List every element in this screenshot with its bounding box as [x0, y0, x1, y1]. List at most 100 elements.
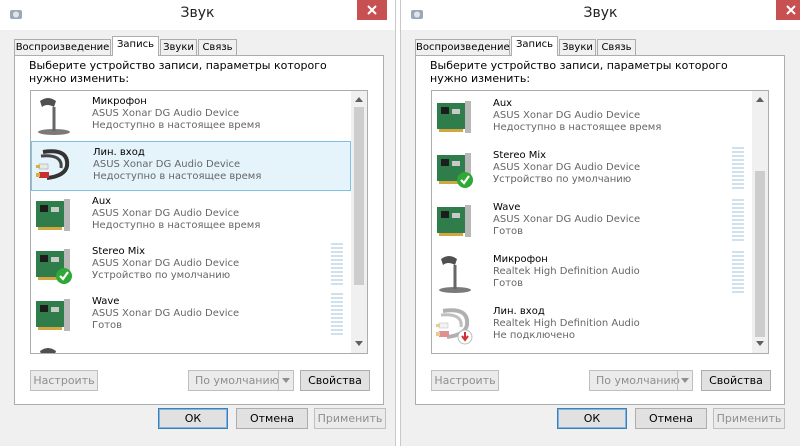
- configure-button[interactable]: Настроить: [30, 370, 98, 391]
- title-bar: Звук: [0, 0, 395, 30]
- device-name: Лин. вход: [493, 306, 545, 317]
- list-item-partial: [31, 341, 351, 353]
- window-title: Звук: [180, 5, 215, 21]
- level-meter: [331, 293, 343, 339]
- device-status: Устройство по умолчанию: [92, 270, 231, 281]
- set-default-dropdown[interactable]: [278, 371, 293, 390]
- device-driver: Realtek High Definition Audio: [493, 266, 640, 277]
- tab-communications[interactable]: Связь: [597, 39, 636, 55]
- properties-button[interactable]: Свойства: [300, 370, 370, 391]
- properties-button[interactable]: Свойства: [701, 370, 771, 391]
- level-meter: [732, 251, 744, 297]
- device-status: Недоступно в настоящее время: [92, 220, 261, 231]
- tab-playback[interactable]: Воспроизведение: [415, 39, 510, 55]
- list-item[interactable]: Микрофон Realtek High Definition Audio Г…: [432, 249, 752, 299]
- tab-sounds[interactable]: Звуки: [160, 39, 197, 55]
- microphone-icon: [38, 98, 70, 135]
- device-driver: ASUS Xonar DG Audio Device: [93, 159, 241, 170]
- set-default-label: По умолчанию: [596, 374, 680, 387]
- device-driver: ASUS Xonar DG Audio Device: [493, 162, 641, 173]
- instruction-text: Выберите устройство записи, параметры ко…: [430, 59, 728, 85]
- device-driver: ASUS Xonar DG Audio Device: [493, 110, 641, 121]
- close-button[interactable]: [357, 0, 387, 20]
- scroll-up-icon[interactable]: [355, 96, 363, 102]
- configure-button[interactable]: Настроить: [431, 370, 499, 391]
- level-meter: [732, 147, 744, 193]
- apply-button[interactable]: Применить: [314, 408, 386, 429]
- sound-card-icon: [36, 299, 70, 331]
- microphone-icon: [40, 348, 56, 353]
- level-meter: [732, 199, 744, 245]
- list-item[interactable]: Лин. вход Realtek High Definition Audio …: [432, 301, 752, 351]
- device-name: Wave: [493, 202, 521, 213]
- tab-playback[interactable]: Воспроизведение: [14, 39, 111, 55]
- apply-button[interactable]: Применить: [713, 408, 785, 429]
- scroll-thumb[interactable]: [755, 171, 765, 337]
- device-name: Wave: [92, 296, 120, 307]
- tab-recording[interactable]: Запись: [511, 36, 558, 56]
- line-in-cable-icon: [436, 308, 473, 345]
- list-item[interactable]: Aux ASUS Xonar DG Audio Device Недоступн…: [432, 93, 752, 143]
- default-check-icon: [56, 268, 72, 284]
- set-default-label: По умолчанию: [195, 374, 279, 387]
- device-name: Микрофон: [92, 96, 147, 107]
- vertical-scrollbar[interactable]: [752, 91, 768, 353]
- sound-card-icon: [36, 199, 70, 231]
- device-status: Недоступно в настоящее время: [92, 120, 261, 131]
- device-driver: Realtek High Definition Audio: [493, 318, 640, 329]
- close-icon: [367, 5, 377, 15]
- vertical-scrollbar[interactable]: [351, 91, 367, 353]
- list-item[interactable]: Микрофон ASUS Xonar DG Audio Device Недо…: [31, 91, 351, 141]
- set-default-split-button[interactable]: По умолчанию: [188, 370, 294, 391]
- device-list[interactable]: Aux ASUS Xonar DG Audio Device Недоступн…: [431, 90, 769, 354]
- device-status: Готов: [493, 226, 524, 237]
- ok-button[interactable]: ОК: [158, 408, 228, 429]
- sound-card-icon: [437, 101, 471, 133]
- scroll-down-icon[interactable]: [756, 341, 764, 347]
- level-meter: [331, 243, 343, 289]
- instruction-text: Выберите устройство записи, параметры ко…: [29, 59, 327, 85]
- list-item[interactable]: Лин. вход ASUS Xonar DG Audio Device Нед…: [31, 141, 351, 191]
- device-driver: ASUS Xonar DG Audio Device: [493, 214, 641, 225]
- list-item[interactable]: Stereo Mix ASUS Xonar DG Audio Device Ус…: [31, 241, 351, 291]
- sound-card-icon: [437, 205, 471, 237]
- ok-button[interactable]: ОК: [557, 408, 627, 429]
- sound-card-icon: [437, 153, 473, 188]
- title-bar: Звук: [401, 0, 800, 30]
- close-button[interactable]: [776, 0, 800, 20]
- device-list[interactable]: Микрофон ASUS Xonar DG Audio Device Недо…: [30, 90, 368, 354]
- scroll-down-icon[interactable]: [355, 341, 363, 347]
- list-item[interactable]: Stereo Mix ASUS Xonar DG Audio Device Ус…: [432, 145, 752, 195]
- chevron-down-icon: [681, 378, 689, 383]
- chevron-down-icon: [282, 378, 290, 383]
- device-status: Устройство по умолчанию: [493, 174, 632, 185]
- device-name: Stereo Mix: [493, 150, 547, 161]
- unplugged-icon: [457, 329, 473, 345]
- cancel-button[interactable]: Отмена: [635, 408, 707, 429]
- list-item[interactable]: Wave ASUS Xonar DG Audio Device Готов: [31, 291, 351, 341]
- set-default-dropdown[interactable]: [677, 371, 692, 390]
- close-icon: [786, 5, 796, 15]
- tab-sounds[interactable]: Звуки: [559, 39, 596, 55]
- device-status: Недоступно в настоящее время: [493, 122, 662, 133]
- device-name: Aux: [493, 98, 513, 109]
- device-name: Aux: [92, 196, 112, 207]
- default-check-icon: [457, 172, 473, 188]
- tab-communications[interactable]: Связь: [198, 39, 237, 55]
- line-in-cable-icon: [36, 149, 70, 180]
- set-default-split-button[interactable]: По умолчанию: [589, 370, 693, 391]
- list-item[interactable]: Aux ASUS Xonar DG Audio Device Недоступн…: [31, 191, 351, 241]
- device-driver: ASUS Xonar DG Audio Device: [92, 108, 240, 119]
- device-driver: ASUS Xonar DG Audio Device: [92, 208, 240, 219]
- window-title: Звук: [583, 5, 618, 21]
- tab-recording[interactable]: Запись: [112, 36, 159, 56]
- list-item[interactable]: Wave ASUS Xonar DG Audio Device Готов: [432, 197, 752, 247]
- device-name: Stereo Mix: [92, 246, 146, 257]
- recording-panel: Выберите устройство записи, параметры ко…: [415, 55, 785, 405]
- scroll-up-icon[interactable]: [756, 96, 764, 102]
- device-name: Микрофон: [493, 254, 548, 265]
- device-driver: ASUS Xonar DG Audio Device: [92, 308, 240, 319]
- scroll-thumb[interactable]: [354, 107, 364, 285]
- device-status: Готов: [493, 278, 524, 289]
- cancel-button[interactable]: Отмена: [236, 408, 308, 429]
